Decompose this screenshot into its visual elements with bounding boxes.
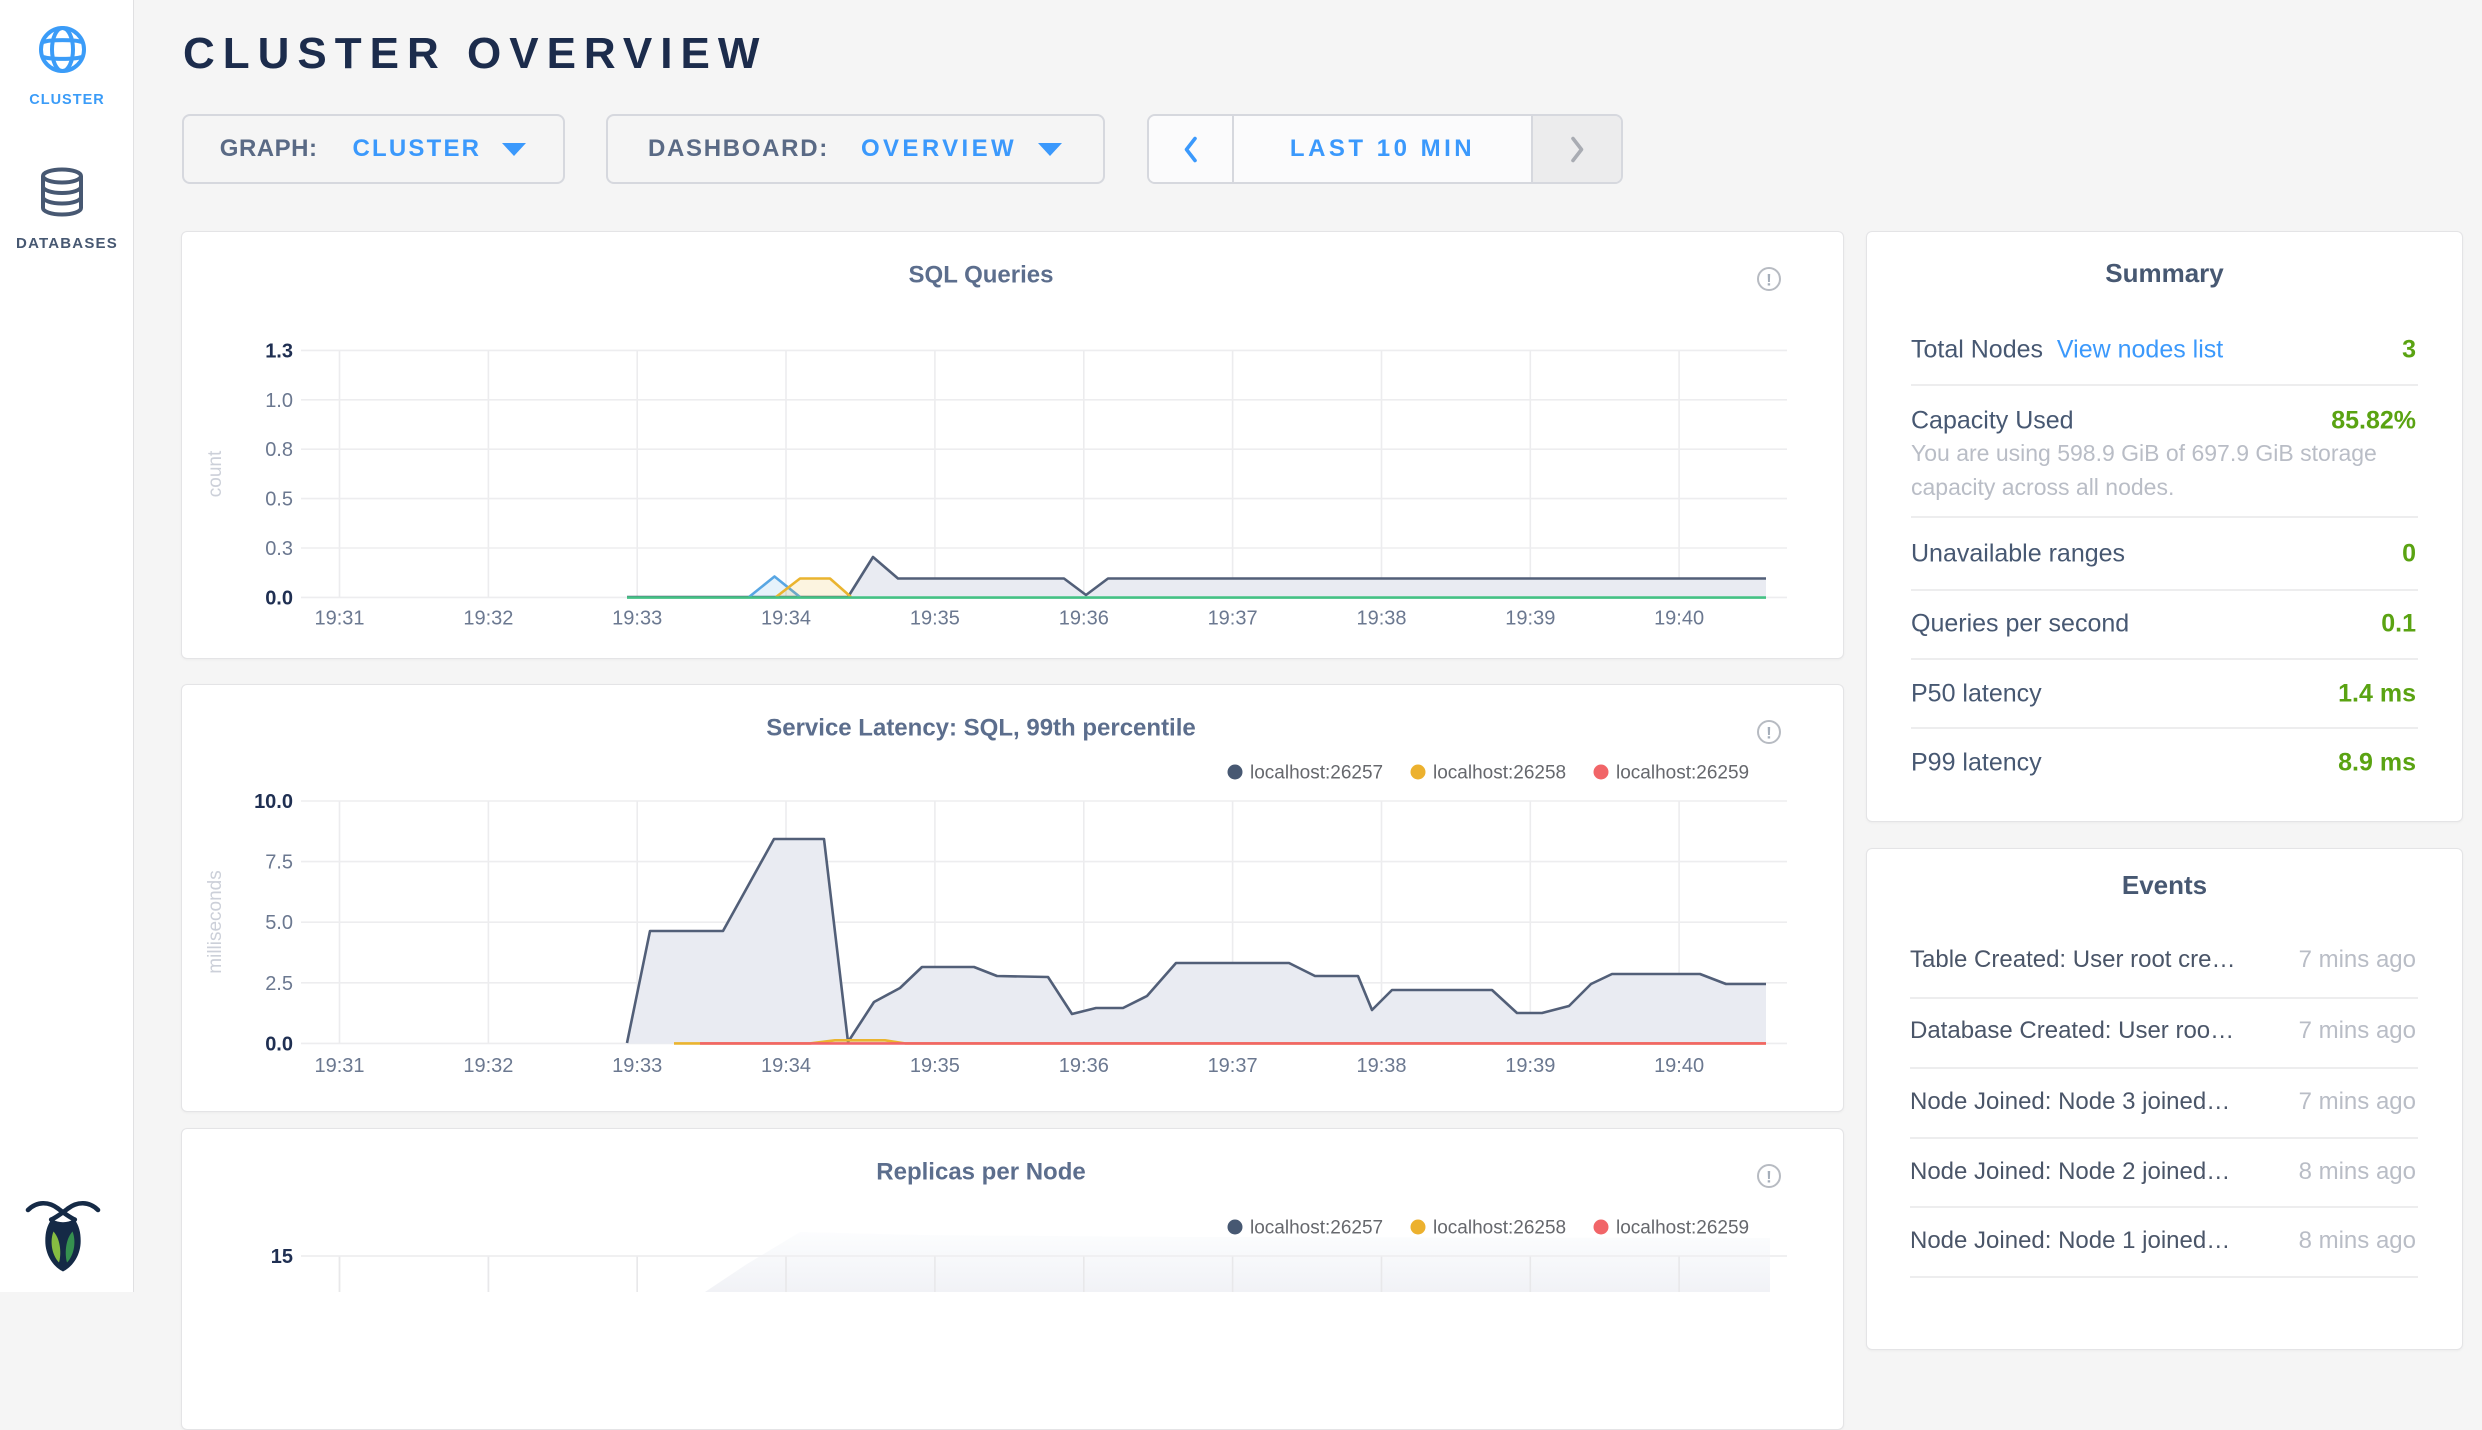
svg-text:19:36: 19:36 [1059,608,1109,630]
svg-text:localhost:26257: localhost:26257 [1250,1218,1383,1239]
svg-text:19:33: 19:33 [612,1055,662,1077]
svg-text:19:31: 19:31 [314,608,364,630]
svg-text:2.5: 2.5 [265,973,293,995]
svg-text:5.0: 5.0 [265,912,293,934]
svg-text:SQL Queries: SQL Queries [909,262,1054,289]
svg-text:19:39: 19:39 [1505,1055,1555,1077]
svg-text:0.0: 0.0 [265,587,293,609]
svg-text:0.0: 0.0 [265,1033,293,1055]
svg-text:19:37: 19:37 [1208,1055,1258,1077]
svg-text:!: ! [1766,724,1772,743]
svg-text:19:33: 19:33 [612,608,662,630]
svg-text:count: count [205,450,226,497]
svg-text:milliseconds: milliseconds [205,870,226,973]
svg-text:localhost:26259: localhost:26259 [1616,1218,1749,1239]
svg-text:19:34: 19:34 [761,1055,811,1077]
svg-text:19:38: 19:38 [1356,1055,1406,1077]
svg-text:15: 15 [271,1246,293,1268]
svg-text:19:40: 19:40 [1654,608,1704,630]
svg-text:19:35: 19:35 [910,608,960,630]
svg-text:0.5: 0.5 [265,489,293,511]
svg-text:localhost:26258: localhost:26258 [1433,1218,1566,1239]
svg-text:0.8: 0.8 [265,439,293,461]
svg-text:localhost:26258: localhost:26258 [1433,763,1566,784]
svg-text:Service Latency: SQL, 99th per: Service Latency: SQL, 99th percentile [766,715,1196,742]
svg-text:localhost:26259: localhost:26259 [1616,763,1749,784]
svg-text:7.5: 7.5 [265,852,293,874]
svg-text:0.3: 0.3 [265,538,293,560]
svg-text:19:37: 19:37 [1208,608,1258,630]
svg-text:19:31: 19:31 [314,1055,364,1077]
svg-text:19:35: 19:35 [910,1055,960,1077]
svg-text:!: ! [1766,271,1772,290]
svg-text:1.0: 1.0 [265,390,293,412]
svg-text:1.3: 1.3 [265,340,293,362]
svg-text:!: ! [1766,1168,1772,1187]
svg-text:19:40: 19:40 [1654,1055,1704,1077]
svg-text:Replicas per Node: Replicas per Node [876,1159,1085,1186]
svg-text:19:32: 19:32 [463,1055,513,1077]
svg-text:19:38: 19:38 [1356,608,1406,630]
svg-text:19:39: 19:39 [1505,608,1555,630]
svg-text:19:36: 19:36 [1059,1055,1109,1077]
svg-text:19:34: 19:34 [761,608,811,630]
svg-text:localhost:26257: localhost:26257 [1250,763,1383,784]
svg-text:19:32: 19:32 [463,608,513,630]
svg-text:10.0: 10.0 [254,791,293,813]
